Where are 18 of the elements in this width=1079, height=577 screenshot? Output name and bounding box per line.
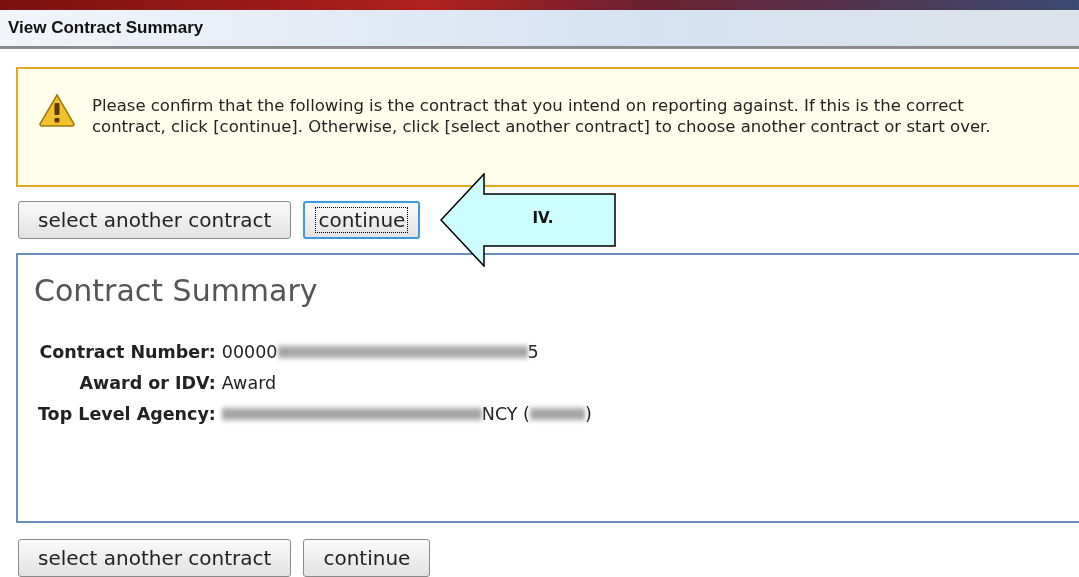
page-title: View Contract Summary xyxy=(8,18,204,38)
continue-button[interactable]: continue xyxy=(303,539,431,577)
field-label: Award or IDV: xyxy=(78,373,216,393)
field-label: Contract Number: xyxy=(38,342,216,362)
field-value: ) xyxy=(584,404,592,424)
select-contract-button[interactable]: select another contract xyxy=(18,201,292,239)
field-value: 5 xyxy=(527,342,539,362)
field-value: Award xyxy=(221,373,277,393)
field-value: NCY ( xyxy=(481,404,530,424)
warning-message: Please confirm that the following is the contract that you intend on reporting against. If this is the correct contract, click [continue]. Otherwise, click [select another contract] to choose another contract or start over. xyxy=(92,95,992,137)
select-contract-button[interactable]: select another contract xyxy=(18,539,292,577)
redaction-blur xyxy=(529,407,585,421)
field-label: Top Level Agency: xyxy=(38,404,216,424)
warning-icon xyxy=(38,93,76,127)
continue-button[interactable]: continue xyxy=(303,201,421,239)
field-value: 00000 xyxy=(221,342,278,362)
callout-label: IV. xyxy=(532,209,554,227)
panel-heading: Contract Summary xyxy=(34,273,319,308)
